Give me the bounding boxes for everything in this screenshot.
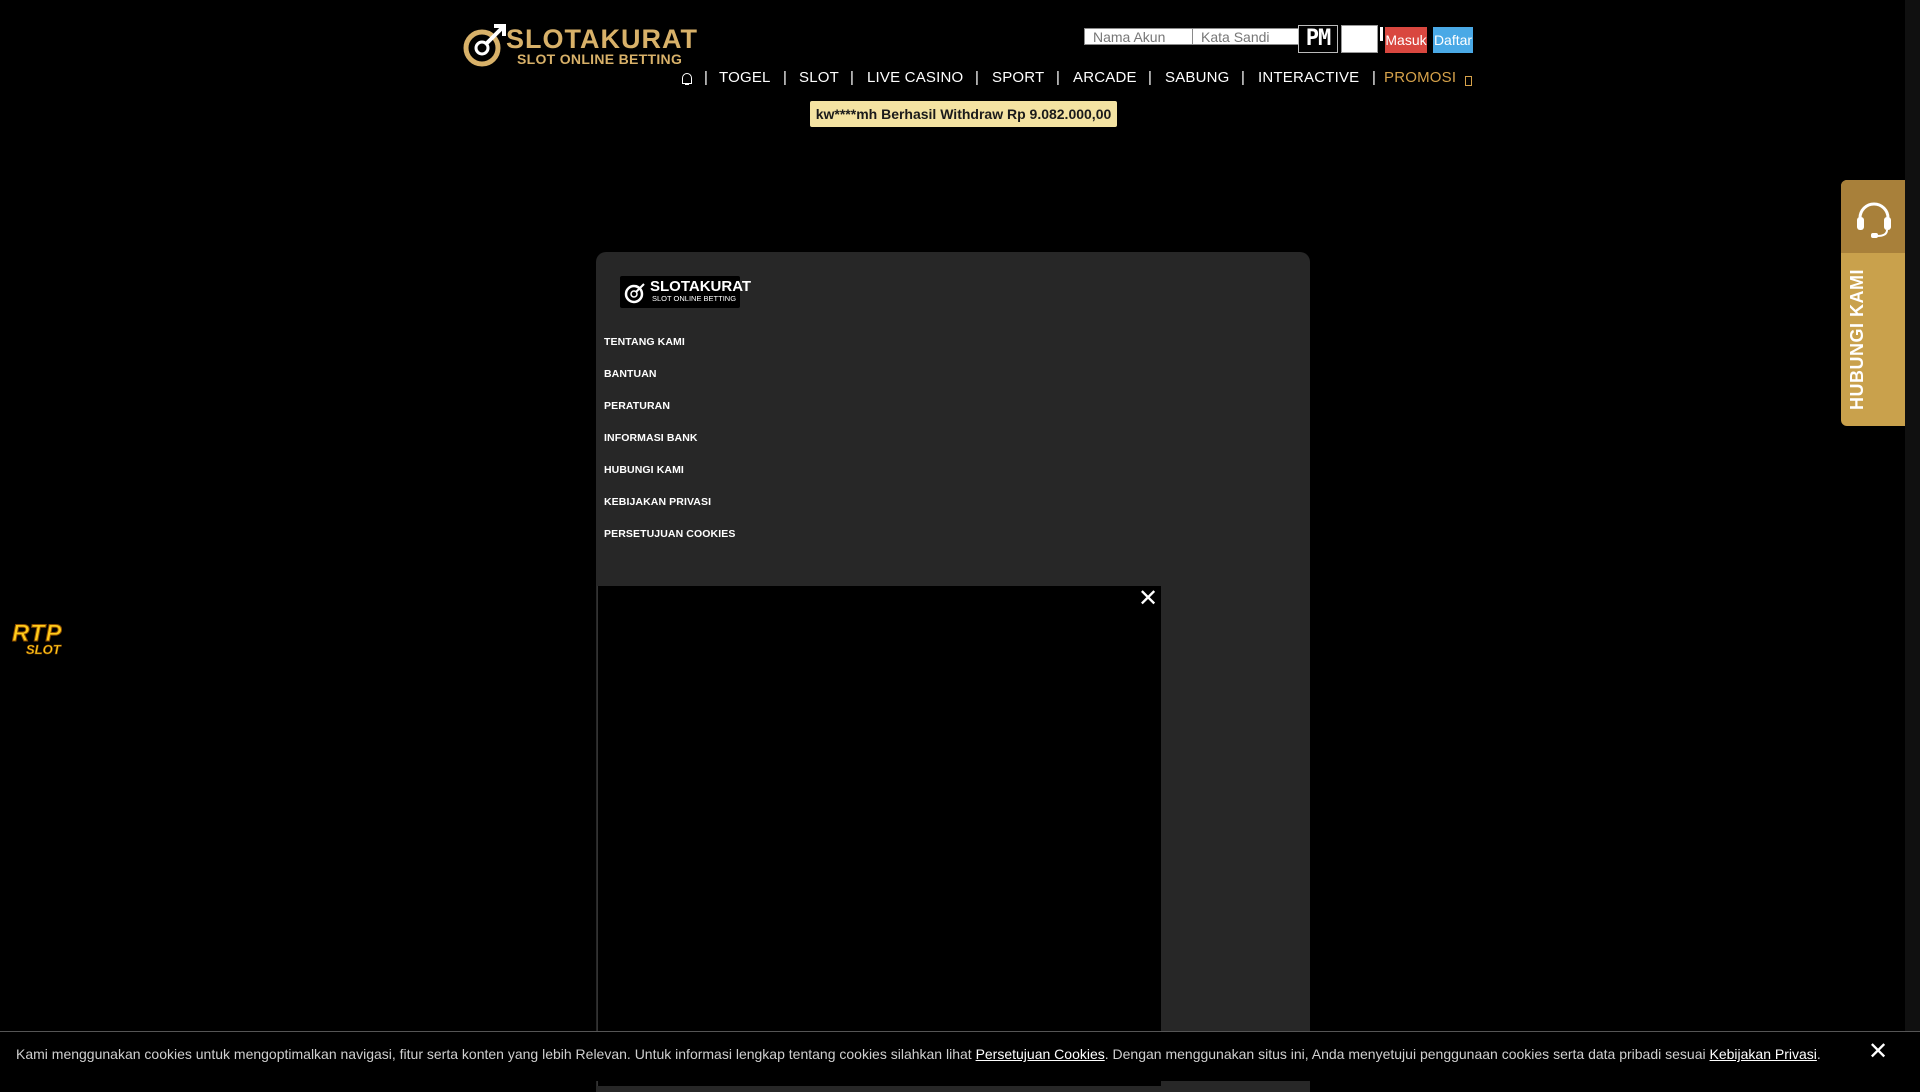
nav-item-sabung[interactable]: SABUNG — [1165, 69, 1230, 86]
gift-icon — [1465, 76, 1472, 86]
captcha-image: PM — [1298, 25, 1338, 53]
nav-separator: | — [1241, 69, 1245, 86]
nav-separator: | — [783, 69, 787, 86]
footer-link-peraturan[interactable]: PERATURAN — [604, 400, 670, 412]
nav-item-promosi[interactable]: PROMOSI — [1384, 69, 1456, 86]
panel-logo-brand: SLOTAKURAT — [650, 278, 752, 295]
nav-separator: | — [1372, 69, 1376, 86]
footer-link-kebijakan-privasi[interactable]: KEBIJAKAN PRIVASI — [604, 496, 711, 508]
username-input[interactable] — [1084, 28, 1200, 45]
home-icon[interactable] — [682, 73, 692, 85]
close-icon[interactable]: ✕ — [1137, 587, 1159, 611]
privacy-policy-link[interactable]: Kebijakan Privasi — [1710, 1046, 1817, 1062]
rtp-badge-bottom: SLOT — [26, 642, 61, 658]
password-input[interactable] — [1192, 28, 1308, 45]
contact-tab-header — [1841, 180, 1906, 253]
popup-overlay: ✕ — [597, 586, 1161, 1086]
footer-link-bantuan[interactable]: BANTUAN — [604, 368, 657, 380]
footer-link-persetujuan-cookies[interactable]: PERSETUJUAN COOKIES — [604, 528, 735, 540]
close-icon[interactable]: ✕ — [1868, 1040, 1888, 1064]
nav-separator: | — [1056, 69, 1060, 86]
footer-link-tentang-kami[interactable]: TENTANG KAMI — [604, 336, 685, 348]
nav-item-arcade[interactable]: ARCADE — [1073, 69, 1137, 86]
captcha-marker — [1380, 27, 1383, 41]
contact-side-tab[interactable]: HUBUNGI KAMI — [1841, 180, 1906, 426]
logo-emblem-icon — [463, 24, 506, 67]
panel-logo[interactable]: SLOTAKURAT SLOT ONLINE BETTING — [620, 276, 751, 308]
logo-emblem-icon — [624, 283, 645, 304]
nav-item-interactive[interactable]: INTERACTIVE — [1258, 69, 1359, 86]
site-logo[interactable]: SLOTAKURAT SLOT ONLINE BETTING — [462, 24, 697, 70]
nav-separator: | — [975, 69, 979, 86]
withdraw-ticker: kw****mh Berhasil Withdraw Rp 9.082.000,… — [810, 101, 1117, 127]
nav-item-togel[interactable]: TOGEL — [719, 69, 771, 86]
footer-link-informasi-bank[interactable]: INFORMASI BANK — [604, 432, 698, 444]
nav-item-sport[interactable]: SPORT — [992, 69, 1044, 86]
rtp-slot-badge[interactable]: RTP SLOT — [10, 620, 76, 660]
cookie-text-before: Kami menggunakan cookies untuk mengoptim… — [16, 1046, 976, 1062]
nav-item-slot[interactable]: SLOT — [799, 69, 839, 86]
nav-item-live-casino[interactable]: LIVE CASINO — [867, 69, 963, 86]
cookie-message: Kami menggunakan cookies untuk mengoptim… — [16, 1046, 1821, 1062]
panel-logo-tagline: SLOT ONLINE BETTING — [652, 294, 737, 303]
nav-separator: | — [704, 69, 708, 86]
nav-separator: | — [850, 69, 854, 86]
register-button[interactable]: Daftar — [1433, 27, 1473, 53]
cookie-text-middle: . Dengan menggunakan situs ini, Anda men… — [1104, 1046, 1710, 1062]
cookie-policy-link[interactable]: Persetujuan Cookies — [976, 1046, 1105, 1062]
login-button[interactable]: Masuk — [1385, 27, 1427, 53]
footer-link-hubungi-kami[interactable]: HUBUNGI KAMI — [604, 464, 684, 476]
contact-tab-label: HUBUNGI KAMI — [1847, 269, 1867, 410]
cookie-consent-bar: Kami menggunakan cookies untuk mengoptim… — [0, 1031, 1920, 1081]
nav-separator: | — [1148, 69, 1152, 86]
captcha-input[interactable] — [1341, 25, 1378, 53]
logo-tagline: SLOT ONLINE BETTING — [517, 51, 683, 67]
page-scrollbar[interactable] — [1905, 0, 1920, 1080]
cookie-text-after: . — [1816, 1046, 1821, 1062]
headset-icon — [1857, 202, 1891, 238]
